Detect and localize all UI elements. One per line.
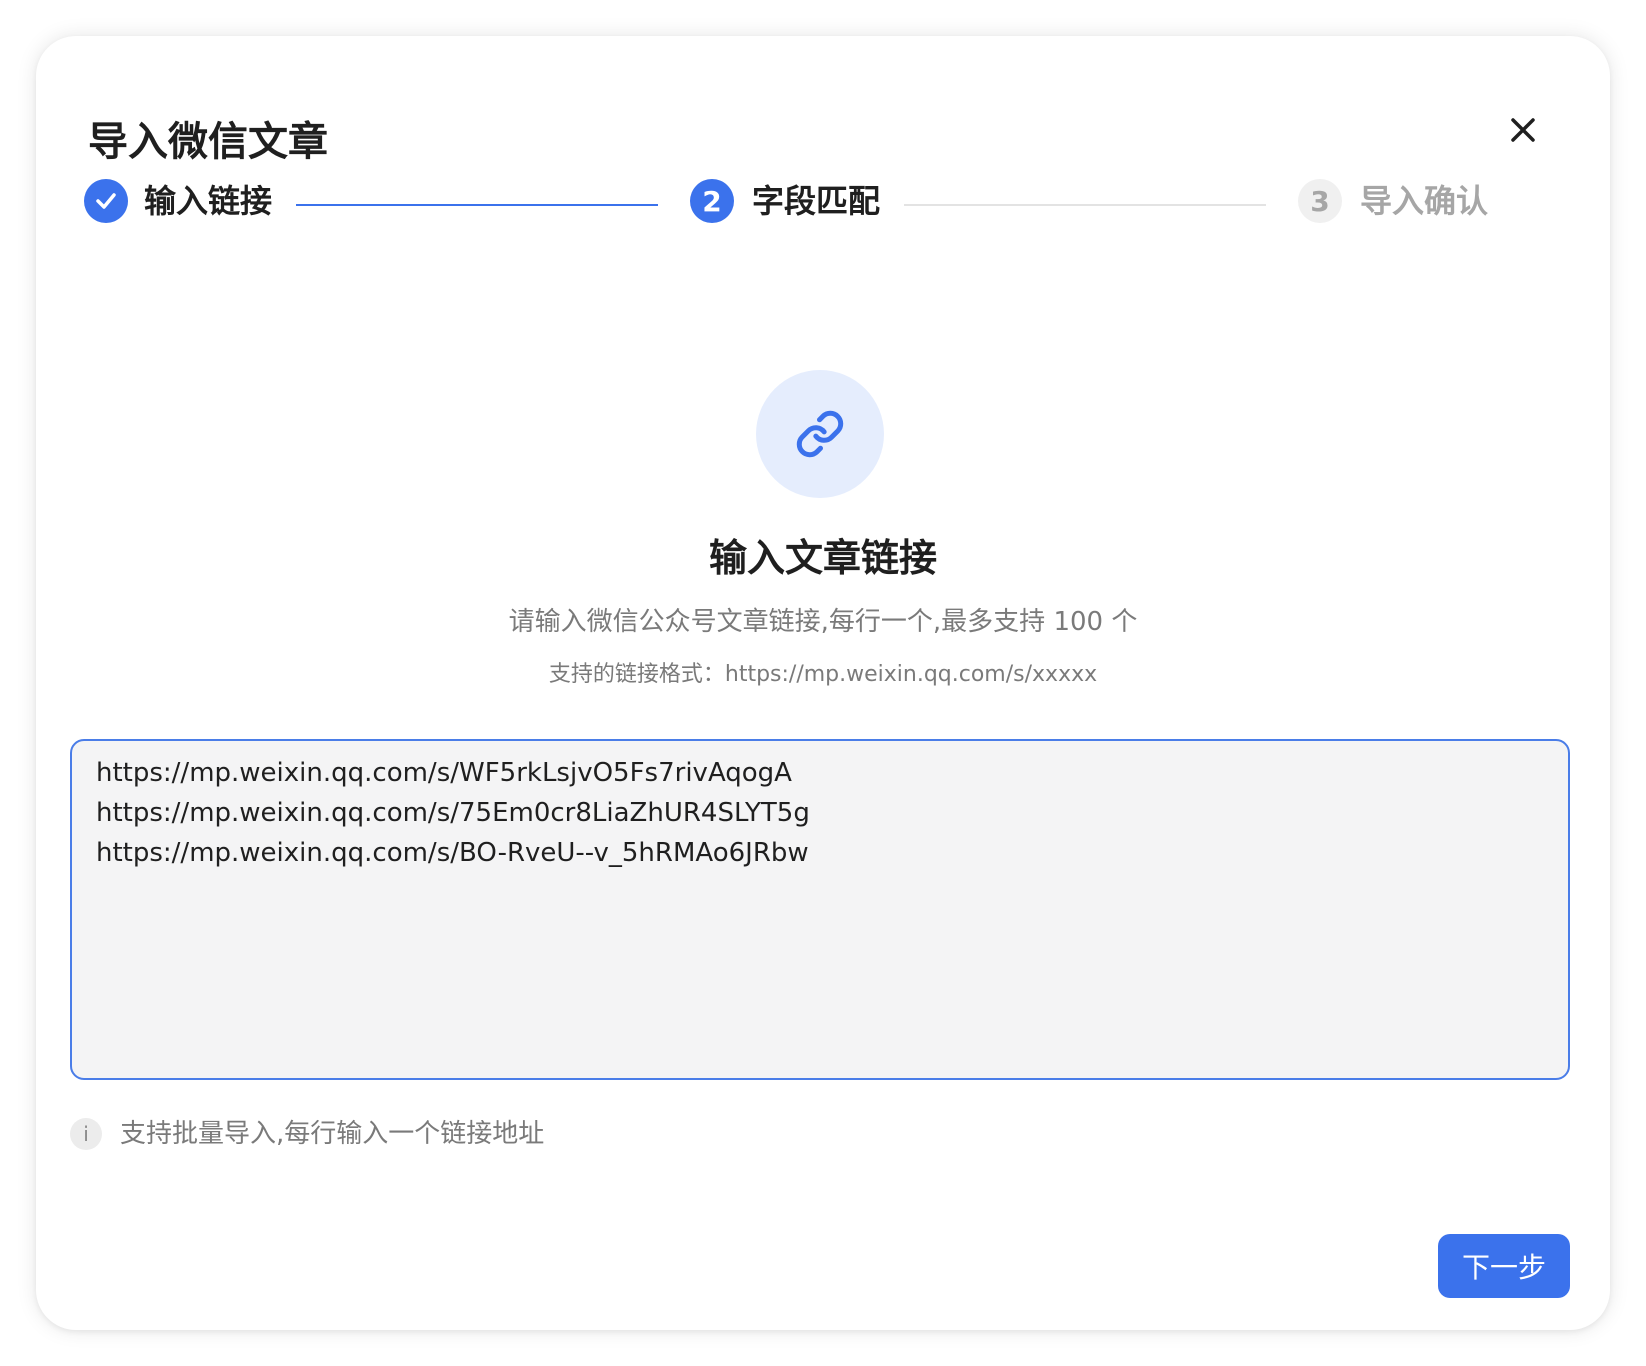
check-icon bbox=[96, 193, 116, 209]
close-button[interactable] bbox=[1497, 104, 1549, 156]
step-1-label[interactable]: 输入链接 bbox=[144, 179, 272, 223]
info-icon: i bbox=[70, 1118, 102, 1150]
step-3-label[interactable]: 导入确认 bbox=[1360, 179, 1488, 223]
link-icon bbox=[796, 410, 844, 458]
batch-hint-text: 支持批量导入,每行输入一个链接地址 bbox=[120, 1119, 545, 1149]
step-connector-1 bbox=[296, 204, 658, 206]
link-icon-badge bbox=[756, 370, 884, 498]
next-button[interactable]: 下一步 bbox=[1438, 1234, 1570, 1298]
url-textarea[interactable]: https://mp.weixin.qq.com/s/WF5rkLsjvO5Fs… bbox=[70, 739, 1570, 1080]
batch-hint: i 支持批量导入,每行输入一个链接地址 bbox=[70, 1116, 544, 1152]
content-heading: 输入文章链接 bbox=[708, 536, 937, 580]
close-icon bbox=[1511, 118, 1535, 142]
step-3-number: 3 bbox=[1298, 179, 1342, 223]
content-description: 请输入微信公众号文章链接,每行一个,最多支持 100 个 bbox=[508, 607, 1138, 637]
format-hint: 支持的链接格式：https://mp.weixin.qq.com/s/xxxxx bbox=[548, 662, 1098, 687]
dialog-title: 导入微信文章 bbox=[88, 119, 328, 165]
step-2-label[interactable]: 字段匹配 bbox=[752, 179, 880, 223]
step-1-check-icon bbox=[84, 179, 128, 223]
url-line: https://mp.weixin.qq.com/s/BO-RveU--v_5h… bbox=[96, 838, 809, 868]
url-line: https://mp.weixin.qq.com/s/WF5rkLsjvO5Fs… bbox=[96, 758, 792, 788]
step-2-number: 2 bbox=[690, 179, 734, 223]
url-line: https://mp.weixin.qq.com/s/75Em0cr8LiaZh… bbox=[96, 798, 810, 828]
step-connector-2 bbox=[904, 204, 1266, 206]
